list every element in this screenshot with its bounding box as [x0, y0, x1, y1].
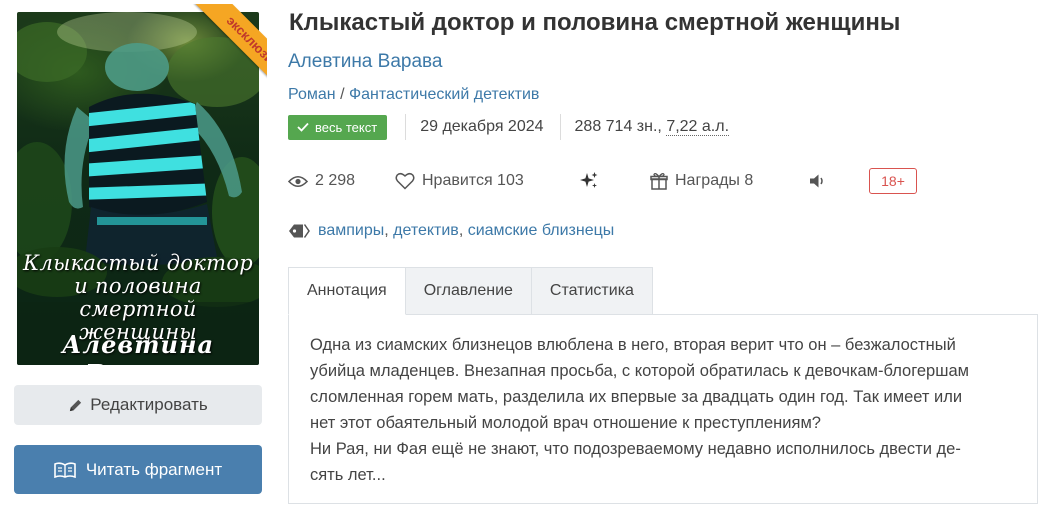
book-tabs: Аннотация Оглавление Статистика — [288, 267, 653, 315]
annotation-line: Ни Рая, ни Фая ещё не знают, что подозре… — [310, 440, 961, 458]
sparkle-button[interactable] — [579, 168, 599, 194]
tag-link[interactable]: детектив — [393, 222, 459, 239]
eye-icon — [288, 175, 308, 187]
tab-annotation[interactable]: Аннотация — [288, 267, 406, 315]
annotation-line: нет этот обаятельный молодой врач отноше… — [310, 414, 821, 432]
age-rating-badge: 18+ — [869, 168, 917, 194]
full-text-badge: весь текст — [288, 114, 388, 140]
edit-button-label: Редактировать — [90, 395, 208, 414]
annotation-line: Одна из сиамских близнецов влюблена в не… — [310, 336, 956, 354]
check-icon — [297, 122, 309, 132]
exclusive-ribbon: эксклюзив — [175, 4, 267, 96]
tag-link[interactable]: сиамские близнецы — [468, 222, 615, 239]
annotation-line: сять лет... — [310, 466, 386, 484]
book-size-chars: 288 714 зн., — [574, 118, 667, 135]
read-fragment-button[interactable]: Читать фрагмент — [14, 445, 262, 494]
annotation-text: Одна из сиамских близнецов влюблена в не… — [310, 332, 1017, 488]
annotation-line: сломленная горем мать, разделила их впер… — [310, 388, 963, 406]
tags-row: вампиры, детектив, сиамские близнецы — [288, 219, 614, 243]
status-row: весь текст 29 декабря 2024 288 714 зн., … — [288, 114, 730, 140]
audio-button[interactable] — [809, 168, 827, 194]
author-link[interactable]: Алевтина Варава — [288, 51, 442, 73]
awards-button[interactable]: Награды 8 — [650, 168, 753, 194]
cover-author: Алевтина Варава — [61, 330, 215, 365]
cover-title-line: Клыкастый доктор — [22, 251, 254, 275]
tab-contents[interactable]: Оглавление — [405, 267, 532, 315]
genre-separator: / — [340, 86, 345, 103]
heart-icon — [395, 172, 415, 190]
publish-date: 29 декабря 2024 — [420, 118, 544, 135]
awards-label: Награды 8 — [675, 172, 754, 189]
genre-sub-link[interactable]: Фантастический детектив — [349, 86, 539, 103]
book-title: Клыкастый доктор и половина смертной жен… — [289, 9, 901, 36]
views-stat: 2 298 — [288, 168, 355, 194]
exclusive-ribbon-label: эксклюзив — [194, 4, 267, 96]
tags-list: вампиры, детектив, сиамские близнецы — [318, 222, 615, 239]
views-count: 2 298 — [315, 172, 356, 189]
tag-link[interactable]: вампиры — [318, 222, 384, 239]
read-fragment-label: Читать фрагмент — [85, 459, 223, 479]
divider — [559, 114, 561, 140]
pencil-icon — [70, 399, 82, 411]
likes-label: Нравится 103 — [422, 172, 524, 189]
book-size: 288 714 зн., 7,22 а.л. — [575, 118, 730, 136]
annotation-line: убийца младенцев. Внезапная просьба, с к… — [310, 362, 969, 380]
genre-main-link[interactable]: Роман — [288, 86, 336, 103]
divider — [405, 114, 407, 140]
book-open-icon — [54, 461, 76, 478]
tab-statistics[interactable]: Статистика — [531, 267, 653, 315]
edit-button[interactable]: Редактировать — [14, 385, 262, 425]
audio-icon — [810, 174, 823, 188]
tag-icon — [289, 224, 310, 238]
gift-icon — [650, 172, 668, 190]
likes-button[interactable]: Нравится 103 — [395, 168, 524, 194]
genre-breadcrumb: Роман / Фантастический детектив — [288, 86, 539, 104]
sparkle-icon — [580, 172, 598, 188]
cover-title-line: и половина — [74, 274, 202, 298]
book-size-al: 7,22 а.л. — [666, 118, 730, 136]
full-text-badge-label: весь текст — [315, 119, 378, 135]
annotation-panel: Одна из сиамских близнецов влюблена в не… — [288, 314, 1038, 504]
